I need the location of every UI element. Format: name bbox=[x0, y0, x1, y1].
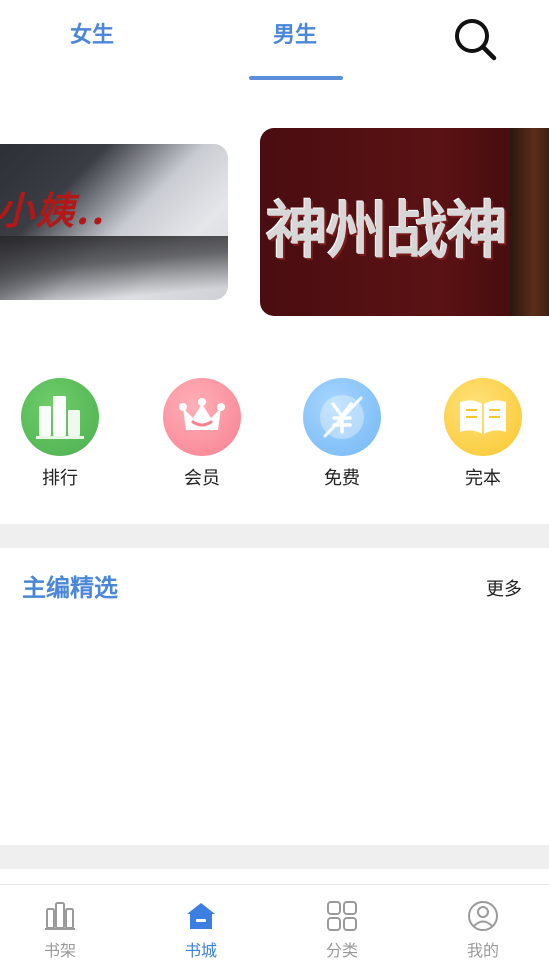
bookshelf-icon bbox=[45, 902, 75, 930]
search-button[interactable] bbox=[452, 16, 498, 62]
grid-icon bbox=[327, 901, 357, 931]
free-icon-circle bbox=[303, 378, 381, 456]
tab-male[interactable]: 男生 bbox=[255, 18, 335, 54]
open-book-icon bbox=[460, 400, 506, 434]
active-tab-indicator bbox=[249, 76, 343, 80]
nav-item-mine[interactable]: 我的 bbox=[448, 899, 518, 961]
nav-label: 书架 bbox=[43, 941, 76, 960]
tab-female[interactable]: 女生 bbox=[52, 18, 132, 54]
banner-book-right[interactable]: 神州战神 bbox=[260, 128, 549, 316]
section-divider bbox=[0, 524, 549, 548]
category-free[interactable]: 免费 bbox=[302, 378, 382, 490]
bottom-navigation: 书架 书城 分类 我的 bbox=[0, 884, 549, 965]
category-label: 会员 bbox=[184, 468, 220, 489]
category-label: 排行 bbox=[42, 468, 78, 489]
crown-icon bbox=[179, 398, 225, 430]
yen-icon bbox=[320, 395, 364, 439]
search-icon bbox=[455, 19, 497, 61]
more-link[interactable]: 更多 bbox=[486, 575, 522, 601]
ranking-icon-circle bbox=[21, 378, 99, 456]
banner-title: 小姨.. bbox=[0, 188, 107, 233]
banner-image bbox=[0, 236, 228, 300]
category-label: 免费 bbox=[324, 468, 360, 489]
category-vip[interactable]: 会员 bbox=[162, 378, 242, 490]
section-title: 主编精选 bbox=[22, 574, 118, 602]
nav-item-category[interactable]: 分类 bbox=[307, 899, 377, 961]
category-completed[interactable]: 完本 bbox=[443, 378, 523, 490]
nav-item-bookshelf[interactable]: 书架 bbox=[25, 899, 95, 961]
nav-label: 我的 bbox=[466, 941, 499, 960]
vip-icon-circle bbox=[163, 378, 241, 456]
completed-icon-circle bbox=[444, 378, 522, 456]
top-tab-bar: 女生 男生 bbox=[0, 0, 549, 82]
nav-label: 书城 bbox=[184, 941, 217, 960]
banner-book-left[interactable]: 小姨.. bbox=[0, 144, 228, 300]
banner-title: 神州战神 bbox=[266, 194, 508, 267]
banner-character-image bbox=[510, 128, 549, 316]
category-label: 完本 bbox=[465, 468, 501, 489]
bar-chart-icon bbox=[36, 396, 84, 439]
home-icon bbox=[187, 903, 215, 929]
category-ranking[interactable]: 排行 bbox=[20, 378, 100, 490]
nav-label: 分类 bbox=[325, 941, 358, 960]
section-divider bbox=[0, 845, 549, 869]
nav-item-bookstore[interactable]: 书城 bbox=[166, 899, 236, 961]
user-icon bbox=[468, 901, 498, 931]
